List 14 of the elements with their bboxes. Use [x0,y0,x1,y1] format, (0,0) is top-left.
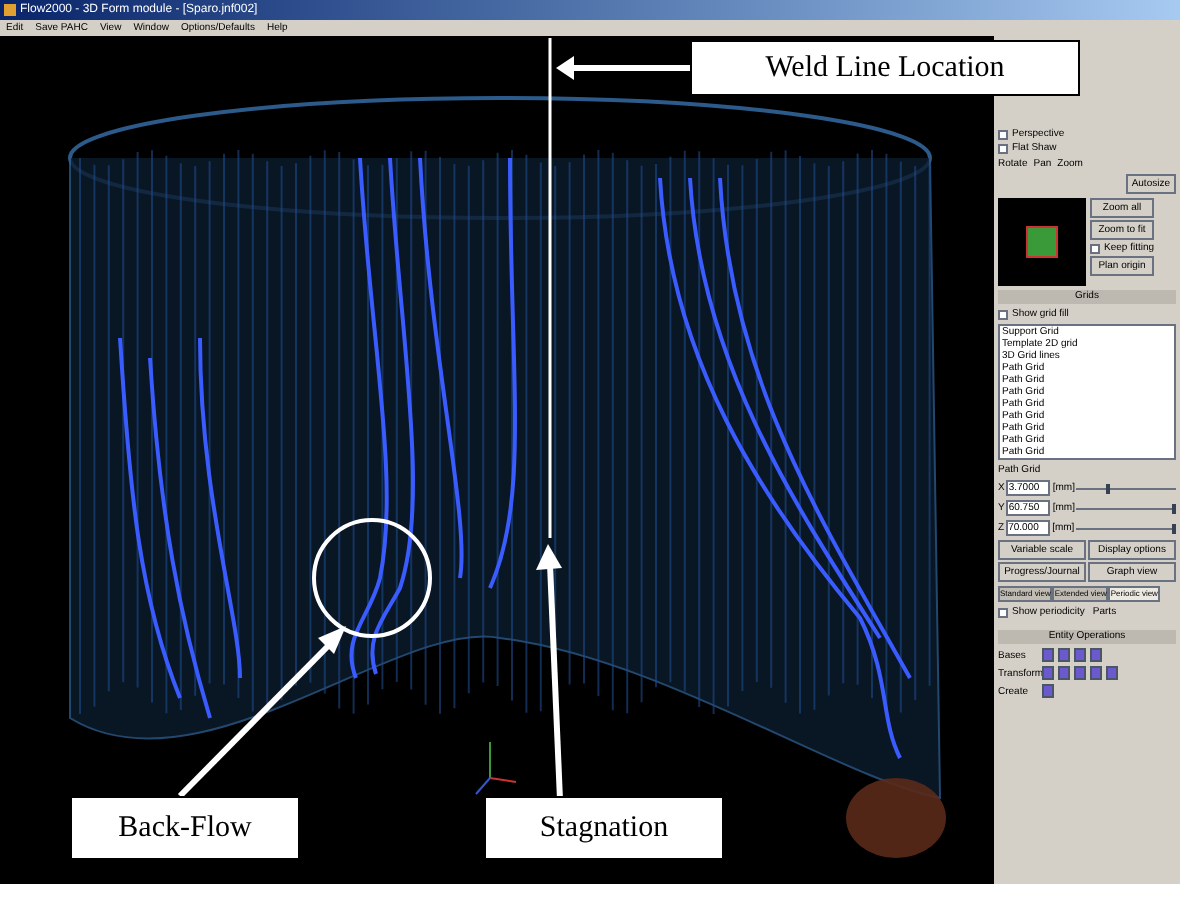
app-icon [4,4,16,16]
checkbox[interactable] [998,143,1008,153]
annotation-label: Stagnation [484,796,724,860]
annotation-label: Weld Line Location [690,40,1080,96]
slider-thumb[interactable] [1106,483,1111,493]
callout-circle [310,516,434,640]
checkbox[interactable] [998,607,1008,617]
slider-thumb[interactable] [1171,503,1176,513]
arrow [556,56,692,80]
cube-icon [1026,226,1058,258]
annotation-label: Back-Flow [70,796,300,860]
checkbox[interactable] [998,129,1008,139]
checkbox[interactable] [998,309,1008,319]
checkbox[interactable] [1090,243,1100,253]
